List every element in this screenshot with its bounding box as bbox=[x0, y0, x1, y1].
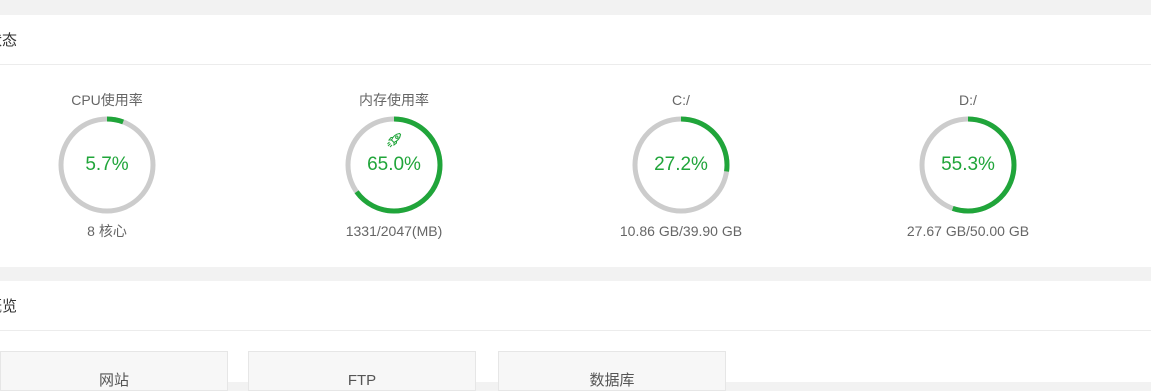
status-panel: 状态 CPU使用率 5.7% 8 核心 内存使用率 bbox=[0, 15, 1151, 267]
overview-card-database[interactable]: 数据库 bbox=[498, 351, 726, 391]
overview-panel-header: 概览 bbox=[0, 281, 1151, 331]
gauge-label: CPU使用率 bbox=[71, 92, 143, 108]
overview-card-ftp[interactable]: FTP bbox=[248, 351, 476, 391]
memory-gauge[interactable]: 内存使用率 65.0% 1331/2047(MB) bbox=[294, 89, 494, 249]
gauge-subtext: 27.67 GB/50.00 GB bbox=[906, 223, 1030, 239]
overview-card-website[interactable]: 网站 bbox=[0, 351, 228, 391]
gauge-ring: 65.0% bbox=[344, 115, 444, 215]
disk-d-gauge[interactable]: D:/ 55.3% 27.67 GB/50.00 GB bbox=[868, 89, 1068, 249]
gauge-value: 65.0% bbox=[367, 154, 421, 175]
overview-card-label: 网站 bbox=[98, 372, 129, 389]
overview-card-label: FTP bbox=[347, 372, 377, 389]
status-panel-title: 状态 bbox=[0, 32, 18, 49]
gauge-label: C:/ bbox=[672, 92, 690, 108]
overview-panel: 概览 网站 FTP 数据库 bbox=[0, 281, 1151, 391]
status-panel-header: 状态 bbox=[0, 15, 1151, 65]
gauge-ring: 55.3% bbox=[918, 115, 1018, 215]
disk-c-gauge[interactable]: C:/ 27.2% 10.86 GB/39.90 GB bbox=[581, 89, 781, 249]
cpu-gauge[interactable]: CPU使用率 5.7% 8 核心 bbox=[7, 89, 207, 249]
gauge-label: D:/ bbox=[959, 92, 977, 108]
gauge-ring: 5.7% bbox=[57, 115, 157, 215]
gauge-value: 55.3% bbox=[941, 154, 995, 175]
overview-card-label: 数据库 bbox=[589, 372, 635, 389]
gauge-subtext: 1331/2047(MB) bbox=[345, 223, 443, 239]
gauge-label: 内存使用率 bbox=[359, 92, 429, 108]
gauge-value: 5.7% bbox=[85, 154, 129, 175]
overview-panel-title: 概览 bbox=[0, 298, 18, 315]
gauge-value: 27.2% bbox=[654, 154, 708, 175]
rocket-icon[interactable] bbox=[384, 130, 404, 150]
gauge-subtext: 8 核心 bbox=[87, 223, 127, 239]
gauge-ring: 27.2% bbox=[631, 115, 731, 215]
gauge-subtext: 10.86 GB/39.90 GB bbox=[619, 223, 743, 239]
